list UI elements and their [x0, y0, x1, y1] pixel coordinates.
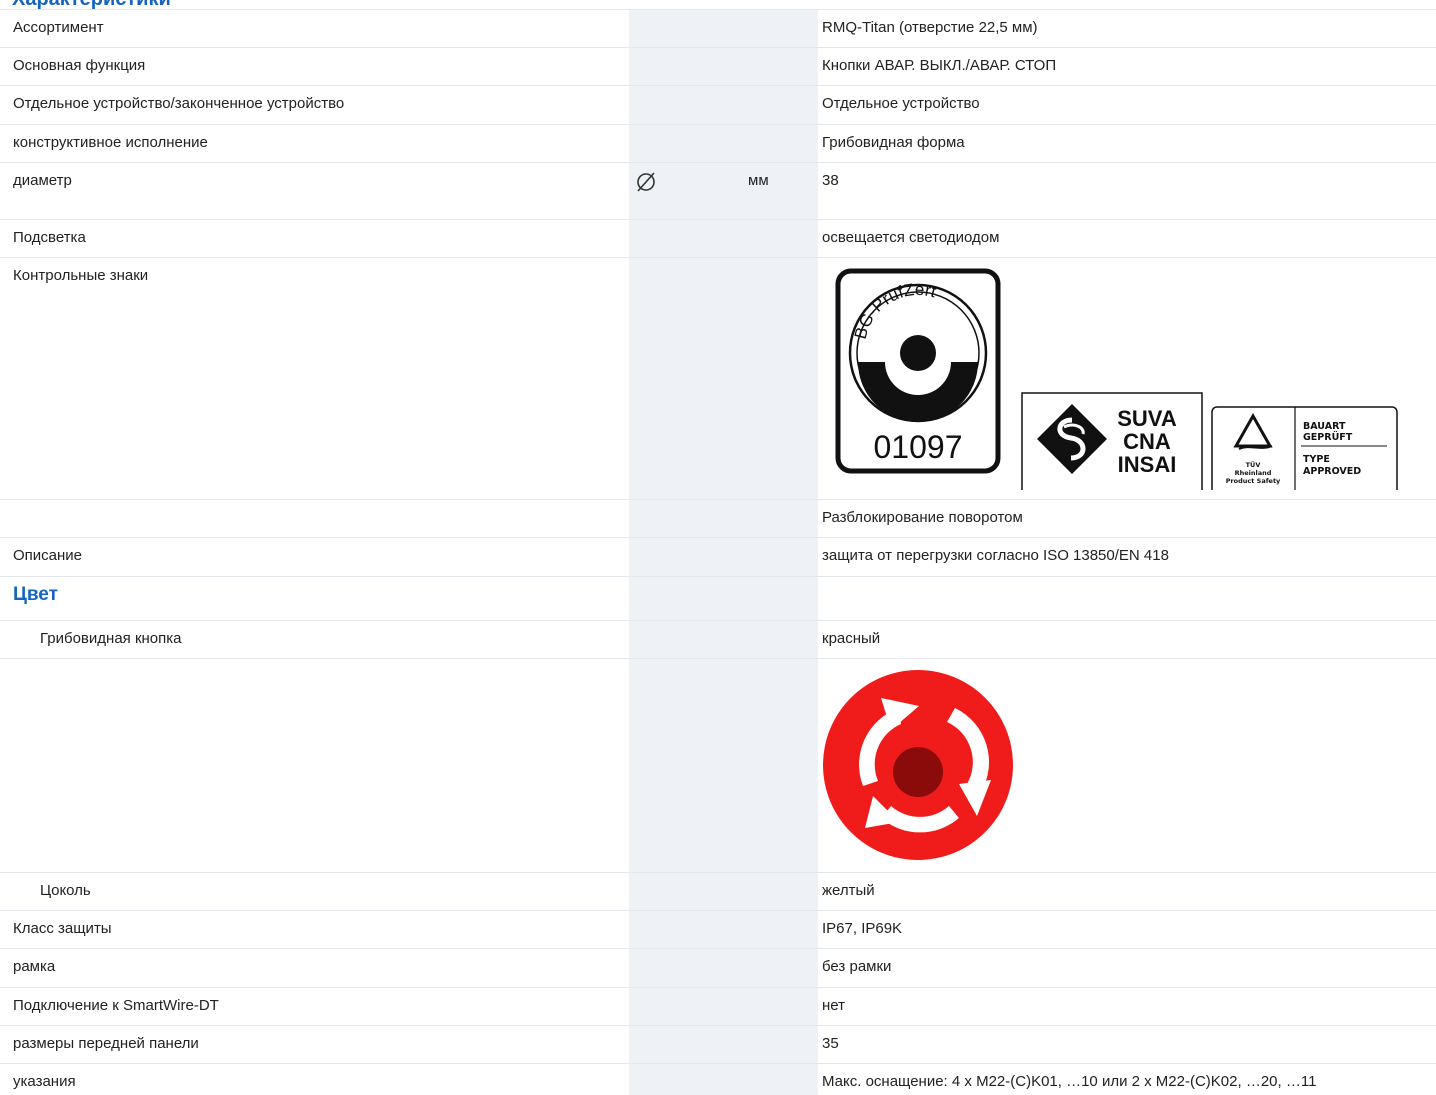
svg-text:TYPE: TYPE [1303, 454, 1330, 465]
row-mushroom-button: Грибовидная кнопка красный [0, 620, 1436, 658]
row-label: диаметр [13, 172, 72, 189]
row-value: освещается светодиодом [822, 229, 1000, 246]
row-front-dims: размеры передней панели 35 [0, 1025, 1436, 1063]
row-label: Класс защиты [13, 920, 112, 937]
row-main-function: Основная функция Кнопки АВАР. ВЫКЛ./АВАР… [0, 47, 1436, 85]
row-description: Описание защита от перегрузки согласно I… [0, 537, 1436, 576]
row-label: Подключение к SmartWire-DT [13, 997, 219, 1014]
row-value: IP67, IP69K [822, 920, 903, 937]
row-value: Разблокирование поворотом [822, 509, 1023, 526]
svg-text:TÜV: TÜV [1246, 460, 1261, 469]
svg-text:BAUART: BAUART [1303, 421, 1346, 432]
row-protection: Класс защиты IP67, IP69K [0, 910, 1436, 948]
svg-text:Product Safety: Product Safety [1226, 477, 1281, 485]
row-design: конструктивное исполнение Грибовидная фо… [0, 124, 1436, 162]
row-assortment: Ассортимент RMQ-Titan (отверстие 22,5 мм… [0, 9, 1436, 47]
row-value: Отдельное устройство [822, 95, 980, 112]
row-lighting: Подсветка освещается светодиодом [0, 219, 1436, 257]
row-approvals: Контрольные знаки BG-PrüfZert 01097 SUVA [0, 257, 1436, 499]
section-title: Цвет [13, 584, 58, 605]
bg-pruefzert-mark-icon: BG-PrüfZert 01097 [835, 268, 1001, 474]
row-value: желтый [822, 882, 875, 899]
row-label: размеры передней панели [13, 1035, 199, 1052]
svg-text:Rheinland: Rheinland [1235, 469, 1272, 477]
row-label: Контрольные знаки [13, 267, 149, 284]
row-unit: мм [748, 172, 769, 189]
svg-text:INSAI: INSAI [1118, 452, 1177, 477]
svg-text:GEPRÜFT: GEPRÜFT [1303, 432, 1353, 443]
row-label: Описание [13, 547, 83, 564]
row-value: Грибовидная форма [822, 134, 965, 151]
section-color: Цвет [0, 576, 1436, 620]
row-value: Кнопки АВАР. ВЫКЛ./АВАР. СТОП [822, 57, 1057, 74]
tuv-mark-icon: TÜV Rheinland Product Safety BAUART GEPR… [1211, 406, 1398, 490]
svg-text:SUVA: SUVA [1117, 406, 1177, 431]
row-label: Основная функция [13, 57, 146, 74]
row-frame: рамка без рамки [0, 948, 1436, 987]
row-value: нет [822, 997, 845, 1014]
row-diameter: диаметр мм 38 [0, 162, 1436, 219]
suva-mark-icon: SUVA CNA INSAI [1021, 392, 1203, 490]
top-cut-heading-strip: Характеристики [0, 0, 1436, 9]
row-device-type: Отдельное устройство/законченное устройс… [0, 85, 1436, 124]
svg-text:APPROVED: APPROVED [1303, 466, 1361, 477]
approval-marks: BG-PrüfZert 01097 SUVA CNA INSAI TÜV Rhe… [835, 268, 1398, 490]
row-label: Цоколь [40, 882, 91, 899]
cut-heading: Характеристики [12, 0, 171, 9]
row-value: Макс. оснащение: 4 x M22-(C)K01, …10 или… [822, 1073, 1317, 1090]
row-value: защита от перегрузки согласно ISO 13850/… [822, 547, 1169, 564]
row-value: без рамки [822, 958, 892, 975]
bg-number: 01097 [874, 429, 963, 465]
row-unlock: Разблокирование поворотом [0, 499, 1436, 537]
row-base: Цоколь желтый [0, 872, 1436, 910]
row-smartwire: Подключение к SmartWire-DT нет [0, 987, 1436, 1025]
row-value: RMQ-Titan (отверстие 22,5 мм) [822, 19, 1038, 36]
row-label: Грибовидная кнопка [40, 630, 182, 647]
row-label: указания [13, 1073, 76, 1090]
row-label: Ассортимент [13, 19, 104, 36]
row-notes: указания Макс. оснащение: 4 x M22-(C)K01… [0, 1063, 1436, 1095]
row-value: 38 [822, 172, 839, 189]
red-mushroom-button-icon [823, 670, 1013, 860]
row-value: красный [822, 630, 881, 647]
diameter-symbol-icon [637, 172, 655, 192]
row-value: 35 [822, 1035, 839, 1052]
row-label: Отдельное устройство/законченное устройс… [13, 95, 345, 112]
svg-text:CNA: CNA [1123, 429, 1171, 454]
row-label: конструктивное исполнение [13, 134, 208, 151]
row-label: рамка [13, 958, 56, 975]
row-label: Подсветка [13, 229, 86, 246]
row-button-image [0, 658, 1436, 872]
